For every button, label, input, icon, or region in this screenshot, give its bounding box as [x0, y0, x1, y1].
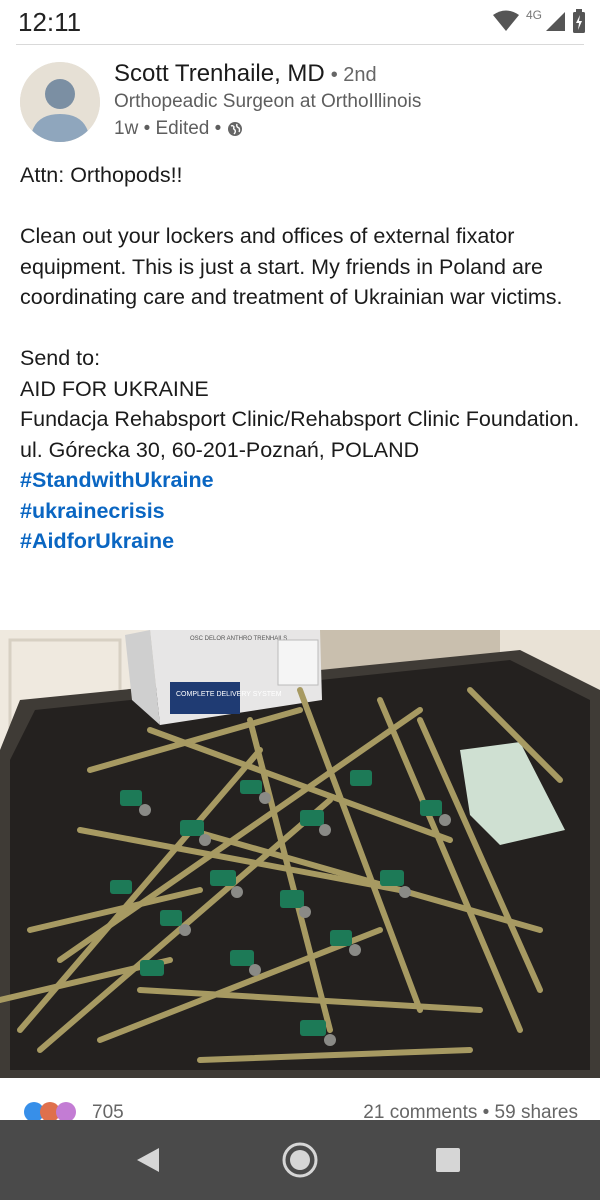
wifi-icon	[492, 10, 519, 31]
hashtag-link[interactable]: #ukrainecrisis	[20, 496, 580, 527]
status-divider	[16, 44, 584, 45]
post-time-edited: 1w • Edited •	[114, 118, 222, 139]
hashtag-link[interactable]: #AidforUkraine	[20, 526, 580, 557]
battery-icon	[573, 9, 585, 33]
status-icons: 4G	[492, 8, 586, 34]
nav-back-button[interactable]	[128, 1140, 168, 1180]
address-line: AID FOR UKRAINE	[20, 376, 209, 401]
connection-degree: • 2nd	[330, 64, 377, 86]
status-bar: 12:11 4G	[0, 0, 600, 44]
address-line: Send to:	[20, 346, 101, 370]
avatar[interactable]	[20, 62, 100, 142]
author-name[interactable]: Scott Trenhaile, MD	[114, 60, 325, 87]
author-line[interactable]: Scott Trenhaile, MD • 2nd	[114, 60, 377, 88]
home-icon	[282, 1142, 318, 1178]
support-reaction-icon	[56, 1102, 76, 1122]
avatar-placeholder-icon	[20, 62, 100, 142]
hashtag-link[interactable]: #StandwithUkraine	[20, 465, 580, 496]
author-headline: Orthopeadic Surgeon at OrthoIllinois	[114, 91, 422, 112]
system-nav-bar	[0, 1120, 600, 1200]
post-image[interactable]: COMPLETE DELIVERY SYSTEM OSC DELOR ANTHR…	[0, 630, 600, 1078]
post-meta: 1w • Edited •	[114, 118, 243, 140]
nav-home-button[interactable]	[280, 1140, 320, 1180]
recents-icon	[436, 1148, 460, 1172]
network-type: 4G	[525, 8, 542, 22]
social-counts: 705 21 comments • 59 shares	[0, 1090, 600, 1123]
box-label: COMPLETE DELIVERY SYSTEM	[176, 691, 282, 698]
post-paragraph: Attn: Orthopods!!	[20, 163, 183, 187]
address-line: ul. Górecka 30, 60-201-Poznań, POLAND	[20, 437, 420, 462]
address-line: Fundacja Rehabsport Clinic/Rehabsport Cl…	[20, 407, 580, 431]
globe-icon	[228, 122, 243, 136]
nav-recents-button[interactable]	[428, 1140, 468, 1180]
box-top-label: OSC DELOR ANTHRO TRENHAILS	[190, 636, 287, 642]
back-icon	[137, 1148, 159, 1172]
status-time: 12:11	[18, 7, 82, 37]
signal-icon	[546, 12, 565, 31]
post-paragraph: Clean out your lockers and offices of ex…	[20, 224, 563, 309]
post-text: Attn: Orthopods!! Clean out your lockers…	[20, 160, 580, 557]
fixator-pile-illustration: COMPLETE DELIVERY SYSTEM OSC DELOR ANTHR…	[0, 630, 600, 1078]
